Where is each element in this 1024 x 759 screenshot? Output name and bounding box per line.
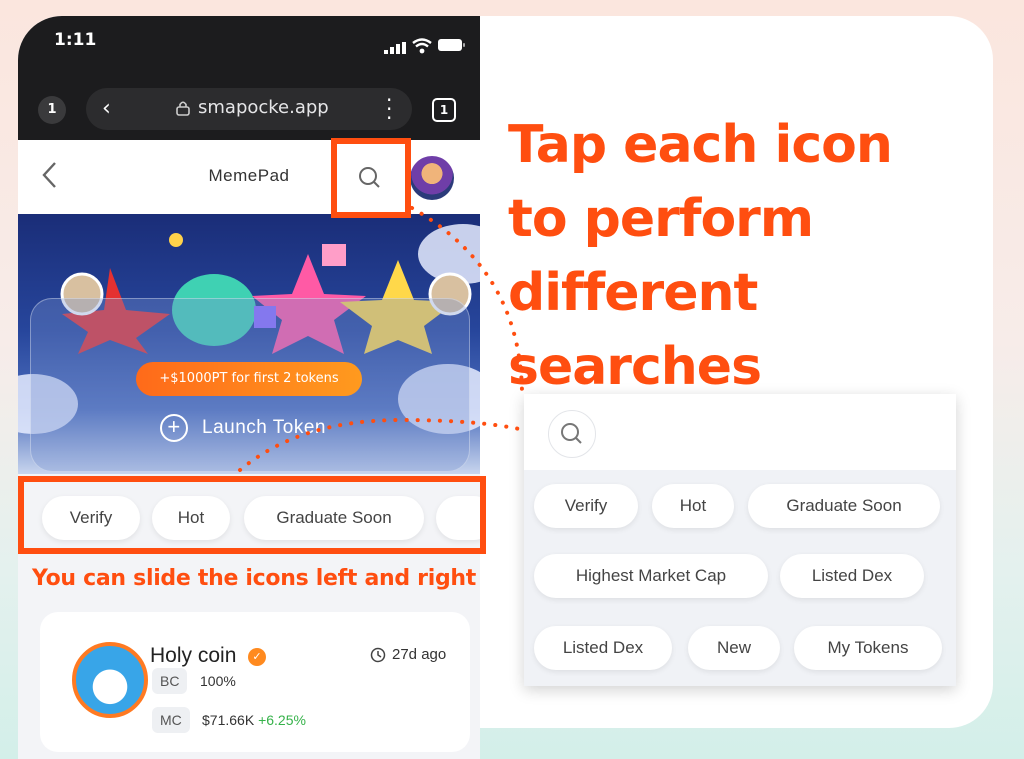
panel-search-button[interactable] <box>548 410 596 458</box>
clock-icon <box>370 647 386 662</box>
lock-icon <box>176 101 190 116</box>
verified-icon: ✓ <box>248 648 266 666</box>
search-icon <box>561 423 582 444</box>
phone-screen: 1:11 1 ‹ smapocke.app · · · 1 MemePad +$… <box>18 16 480 759</box>
browser-back-icon[interactable]: ‹ <box>102 96 111 122</box>
tab-count-badge[interactable]: 1 <box>38 96 66 124</box>
token-name: Holy coin <box>150 644 237 667</box>
token-age-label: 27d ago <box>392 646 447 663</box>
wifi-icon <box>412 38 432 54</box>
promo-badge: +$1000PT for first 2 tokens <box>136 362 362 396</box>
search-highlight-box <box>331 138 411 218</box>
plus-circle-icon: + <box>160 414 188 442</box>
bc-tag: BC <box>152 668 188 694</box>
mc-value-amount: $71.66K <box>202 712 255 728</box>
tabs-button[interactable]: 1 <box>432 98 456 122</box>
slide-instruction: You can slide the icons left and right <box>32 566 476 591</box>
url-text: smapocke.app <box>198 97 329 118</box>
panel-chip-hot[interactable]: Hot <box>652 484 734 528</box>
panel-chip-highest-market-cap[interactable]: Highest Market Cap <box>534 554 768 598</box>
mc-tag: MC <box>152 707 190 733</box>
headline-line-2: to perform <box>508 189 814 249</box>
token-avatar <box>72 642 148 718</box>
launch-token-label: Launch Token <box>202 417 326 438</box>
avatar[interactable] <box>410 156 454 200</box>
headline-line-1: Tap each icon <box>508 115 893 175</box>
mc-change: +6.25% <box>258 712 306 728</box>
panel-chip-graduate-soon[interactable]: Graduate Soon <box>748 484 940 528</box>
signal-icon <box>384 42 406 54</box>
headline-line-3: different searches <box>508 263 762 397</box>
panel-chip-listed-dex-2[interactable]: Listed Dex <box>534 626 672 670</box>
battery-icon <box>438 39 465 51</box>
panel-chip-new[interactable]: New <box>688 626 780 670</box>
token-age: 27d ago <box>370 646 446 663</box>
panel-chip-listed-dex[interactable]: Listed Dex <box>780 554 924 598</box>
mc-value: $71.66K +6.25% <box>202 712 306 728</box>
chips-highlight-box <box>18 476 486 554</box>
panel-chip-my-tokens[interactable]: My Tokens <box>794 626 942 670</box>
bc-value: 100% <box>200 673 236 689</box>
headline: Tap each icon to perform different searc… <box>508 108 1024 404</box>
status-time: 1:11 <box>54 30 97 50</box>
panel-chip-verify[interactable]: Verify <box>534 484 638 528</box>
launch-token-button[interactable]: + Launch Token <box>160 414 326 442</box>
kebab-icon[interactable]: · · · <box>386 90 392 128</box>
